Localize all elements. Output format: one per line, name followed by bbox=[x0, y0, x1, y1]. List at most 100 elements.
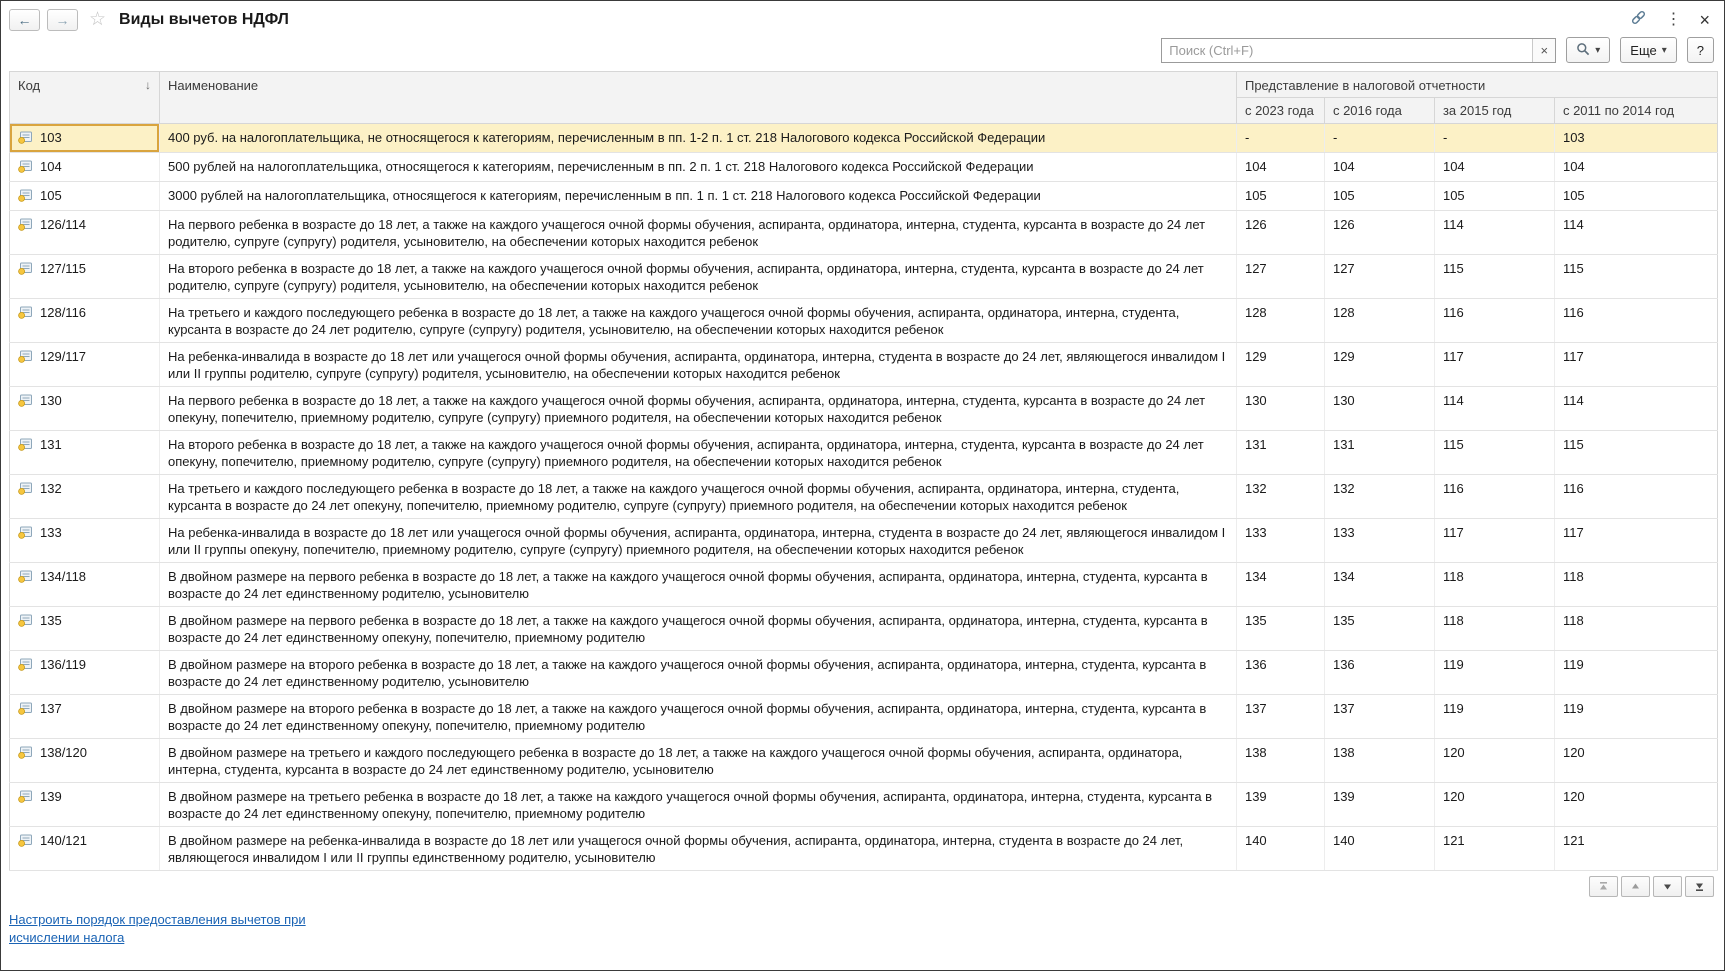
code-cell[interactable]: 138/120 bbox=[9, 738, 160, 783]
name-cell[interactable]: 3000 рублей на налогоплательщика, относя… bbox=[159, 181, 1237, 211]
table-row[interactable]: 126/114 На первого ребенка в возрасте до… bbox=[9, 210, 1719, 255]
name-cell[interactable]: В двойном размере на третьего и каждого … bbox=[159, 738, 1237, 783]
value-2023-cell[interactable]: - bbox=[1236, 123, 1325, 153]
name-cell[interactable]: На третьего и каждого последующего ребен… bbox=[159, 474, 1237, 519]
name-cell[interactable]: На первого ребенка в возрасте до 18 лет,… bbox=[159, 210, 1237, 255]
value-2023-cell[interactable]: 104 bbox=[1236, 152, 1325, 182]
value-2011-2014-cell[interactable]: 114 bbox=[1554, 386, 1719, 431]
value-2015-cell[interactable]: 104 bbox=[1434, 152, 1555, 182]
value-2011-2014-cell[interactable]: 119 bbox=[1554, 650, 1719, 695]
value-2023-cell[interactable]: 128 bbox=[1236, 298, 1325, 343]
get-link-icon[interactable] bbox=[1630, 9, 1647, 30]
table-row[interactable]: 139 В двойном размере на третьего ребенк… bbox=[9, 782, 1719, 827]
name-cell[interactable]: На третьего и каждого последующего ребен… bbox=[159, 298, 1237, 343]
back-button[interactable]: ← bbox=[9, 8, 40, 31]
value-2023-cell[interactable]: 131 bbox=[1236, 430, 1325, 475]
value-2011-2014-cell[interactable]: 121 bbox=[1554, 826, 1719, 871]
value-2011-2014-cell[interactable]: 105 bbox=[1554, 181, 1719, 211]
configure-deduction-order-link[interactable]: Настроить порядок предоставления вычетов… bbox=[9, 911, 365, 946]
value-2023-cell[interactable]: 132 bbox=[1236, 474, 1325, 519]
value-2016-cell[interactable]: 137 bbox=[1324, 694, 1435, 739]
value-2016-cell[interactable]: 135 bbox=[1324, 606, 1435, 651]
table-row[interactable]: 128/116 На третьего и каждого последующе… bbox=[9, 298, 1719, 343]
name-cell[interactable]: На ребенка-инвалида в возрасте до 18 лет… bbox=[159, 518, 1237, 563]
value-2016-cell[interactable]: 140 bbox=[1324, 826, 1435, 871]
value-2023-cell[interactable]: 134 bbox=[1236, 562, 1325, 607]
value-2011-2014-cell[interactable]: 104 bbox=[1554, 152, 1719, 182]
code-cell[interactable]: 135 bbox=[9, 606, 160, 651]
help-button[interactable]: ? bbox=[1686, 37, 1714, 63]
value-2011-2014-cell[interactable]: 118 bbox=[1554, 562, 1719, 607]
value-2016-cell[interactable]: 126 bbox=[1324, 210, 1435, 255]
table-row[interactable]: 135 В двойном размере на первого ребенка… bbox=[9, 606, 1719, 651]
code-cell[interactable]: 103 bbox=[9, 123, 160, 153]
value-2023-cell[interactable]: 139 bbox=[1236, 782, 1325, 827]
code-cell[interactable]: 128/116 bbox=[9, 298, 160, 343]
code-cell[interactable]: 127/115 bbox=[9, 254, 160, 299]
value-2015-cell[interactable]: 115 bbox=[1434, 430, 1555, 475]
value-2016-cell[interactable]: 136 bbox=[1324, 650, 1435, 695]
table-row[interactable]: 131 На второго ребенка в возрасте до 18 … bbox=[9, 430, 1719, 475]
value-2011-2014-cell[interactable]: 114 bbox=[1554, 210, 1719, 255]
code-cell[interactable]: 105 bbox=[9, 181, 160, 211]
value-2016-cell[interactable]: 127 bbox=[1324, 254, 1435, 299]
value-2023-cell[interactable]: 130 bbox=[1236, 386, 1325, 431]
code-cell[interactable]: 130 bbox=[9, 386, 160, 431]
value-2023-cell[interactable]: 138 bbox=[1236, 738, 1325, 783]
value-2015-cell[interactable]: 114 bbox=[1434, 386, 1555, 431]
more-button[interactable]: Еще ▾ bbox=[1620, 37, 1677, 63]
table-row[interactable]: 129/117 На ребенка-инвалида в возрасте д… bbox=[9, 342, 1719, 387]
table-row[interactable]: 132 На третьего и каждого последующего р… bbox=[9, 474, 1719, 519]
table-row[interactable]: 138/120 В двойном размере на третьего и … bbox=[9, 738, 1719, 783]
value-2023-cell[interactable]: 140 bbox=[1236, 826, 1325, 871]
code-cell[interactable]: 132 bbox=[9, 474, 160, 519]
go-to-bottom-button[interactable] bbox=[1685, 876, 1714, 897]
value-2016-cell[interactable]: 134 bbox=[1324, 562, 1435, 607]
value-2016-cell[interactable]: 130 bbox=[1324, 386, 1435, 431]
value-2023-cell[interactable]: 135 bbox=[1236, 606, 1325, 651]
value-2011-2014-cell[interactable]: 117 bbox=[1554, 518, 1719, 563]
value-2023-cell[interactable]: 137 bbox=[1236, 694, 1325, 739]
value-2016-cell[interactable]: 139 bbox=[1324, 782, 1435, 827]
table-row[interactable]: 104 500 рублей на налогоплательщика, отн… bbox=[9, 152, 1719, 182]
value-2015-cell[interactable]: 119 bbox=[1434, 650, 1555, 695]
name-cell[interactable]: В двойном размере на второго ребенка в в… bbox=[159, 694, 1237, 739]
value-2011-2014-cell[interactable]: 119 bbox=[1554, 694, 1719, 739]
value-2015-cell[interactable]: 120 bbox=[1434, 738, 1555, 783]
value-2016-cell[interactable]: 128 bbox=[1324, 298, 1435, 343]
value-2016-cell[interactable]: - bbox=[1324, 123, 1435, 153]
value-2023-cell[interactable]: 133 bbox=[1236, 518, 1325, 563]
value-2011-2014-cell[interactable]: 120 bbox=[1554, 782, 1719, 827]
name-cell[interactable]: В двойном размере на первого ребенка в в… bbox=[159, 562, 1237, 607]
code-cell[interactable]: 140/121 bbox=[9, 826, 160, 871]
name-cell[interactable]: В двойном размере на ребенка-инвалида в … bbox=[159, 826, 1237, 871]
page-up-button[interactable] bbox=[1621, 876, 1650, 897]
value-2011-2014-cell[interactable]: 115 bbox=[1554, 254, 1719, 299]
search-button[interactable]: ▾ bbox=[1566, 37, 1611, 63]
kebab-menu-icon[interactable]: ⋮ bbox=[1665, 11, 1681, 28]
name-cell[interactable]: На ребенка-инвалида в возрасте до 18 лет… bbox=[159, 342, 1237, 387]
value-2023-cell[interactable]: 105 bbox=[1236, 181, 1325, 211]
value-2016-cell[interactable]: 133 bbox=[1324, 518, 1435, 563]
name-cell[interactable]: 500 рублей на налогоплательщика, относящ… bbox=[159, 152, 1237, 182]
value-2011-2014-cell[interactable]: 115 bbox=[1554, 430, 1719, 475]
table-row[interactable]: 134/118 В двойном размере на первого реб… bbox=[9, 562, 1719, 607]
table-row[interactable]: 105 3000 рублей на налогоплательщика, от… bbox=[9, 181, 1719, 211]
column-header-2023[interactable]: с 2023 года bbox=[1235, 97, 1325, 124]
column-header-2015[interactable]: за 2015 год bbox=[1433, 97, 1555, 124]
name-cell[interactable]: На первого ребенка в возрасте до 18 лет,… bbox=[159, 386, 1237, 431]
table-row[interactable]: 140/121 В двойном размере на ребенка-инв… bbox=[9, 826, 1719, 871]
value-2015-cell[interactable]: 116 bbox=[1434, 298, 1555, 343]
table-row[interactable]: 103 400 руб. на налогоплательщика, не от… bbox=[9, 123, 1719, 153]
code-cell[interactable]: 139 bbox=[9, 782, 160, 827]
table-row[interactable]: 133 На ребенка-инвалида в возрасте до 18… bbox=[9, 518, 1719, 563]
table-row[interactable]: 136/119 В двойном размере на второго реб… bbox=[9, 650, 1719, 695]
name-cell[interactable]: На второго ребенка в возрасте до 18 лет,… bbox=[159, 254, 1237, 299]
name-cell[interactable]: В двойном размере на первого ребенка в в… bbox=[159, 606, 1237, 651]
value-2016-cell[interactable]: 105 bbox=[1324, 181, 1435, 211]
name-cell[interactable]: На второго ребенка в возрасте до 18 лет,… bbox=[159, 430, 1237, 475]
search-clear-button[interactable]: × bbox=[1532, 38, 1556, 62]
table-row[interactable]: 130 На первого ребенка в возрасте до 18 … bbox=[9, 386, 1719, 431]
value-2015-cell[interactable]: 117 bbox=[1434, 518, 1555, 563]
value-2016-cell[interactable]: 131 bbox=[1324, 430, 1435, 475]
